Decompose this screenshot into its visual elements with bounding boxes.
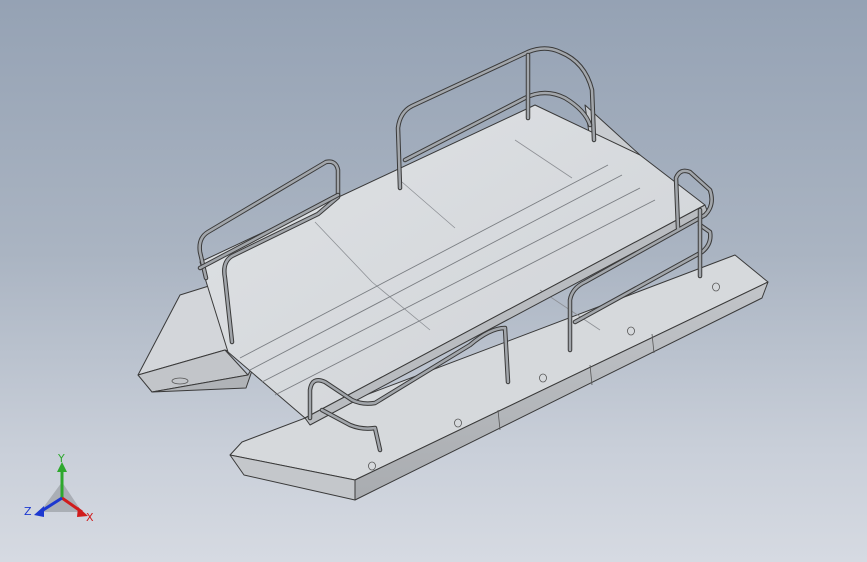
- graphics-viewport[interactable]: Y X Z: [0, 0, 867, 562]
- model-canvas[interactable]: [0, 0, 867, 562]
- x-axis-label: X: [86, 511, 94, 524]
- y-axis-label: Y: [58, 452, 65, 465]
- z-axis-label: Z: [24, 505, 32, 518]
- axis-triad[interactable]: [34, 462, 88, 517]
- pontoon-platform-model[interactable]: [137, 46, 769, 501]
- z-axis-arrowhead: [34, 506, 44, 517]
